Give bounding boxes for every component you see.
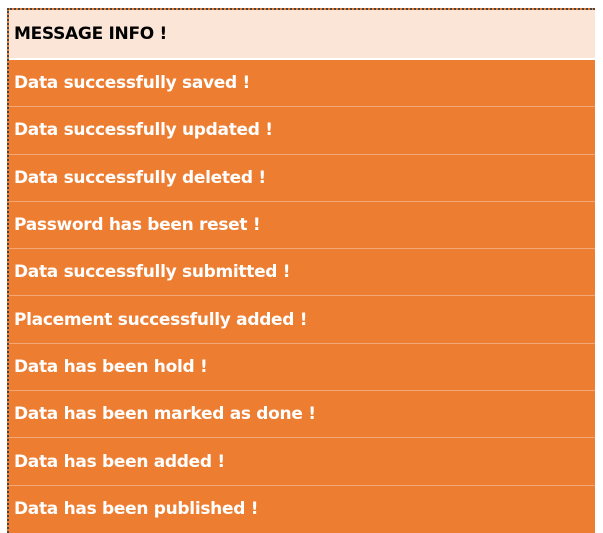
message-text: Data successfully updated ! [14,120,273,141]
message-text: Data successfully deleted ! [14,167,266,188]
table-row[interactable]: Data successfully updated ! [9,107,595,155]
message-info-table: MESSAGE INFO ! Data successfully saved !… [7,8,595,533]
table-row[interactable]: Password has been reset ! [9,202,595,250]
message-text: Data has been marked as done ! [14,404,316,425]
table-row[interactable]: Data successfully submitted ! [9,249,595,297]
table-row[interactable]: Data has been marked as done ! [9,391,595,439]
spreadsheet-view: MESSAGE INFO ! Data successfully saved !… [0,0,603,533]
message-text: Placement successfully added ! [14,309,308,330]
message-text: Password has been reset ! [14,215,261,236]
table-row[interactable]: Data has been added ! [9,438,595,486]
table-row[interactable]: Placement successfully added ! [9,296,595,344]
message-text: Data has been published ! [14,499,259,520]
table-row[interactable]: Data has been hold ! [9,344,595,392]
message-text: Data has been added ! [14,451,225,472]
message-text: Data successfully saved ! [14,73,250,94]
table-row[interactable]: Data successfully deleted ! [9,155,595,202]
table-header-row[interactable]: MESSAGE INFO ! [9,10,595,60]
table-row[interactable]: Data successfully saved ! [9,60,595,108]
table-header-label: MESSAGE INFO ! [14,24,167,44]
message-text: Data successfully submitted ! [14,262,291,283]
message-text: Data has been hold ! [14,356,208,377]
table-row[interactable]: Data has been published ! [9,486,595,533]
